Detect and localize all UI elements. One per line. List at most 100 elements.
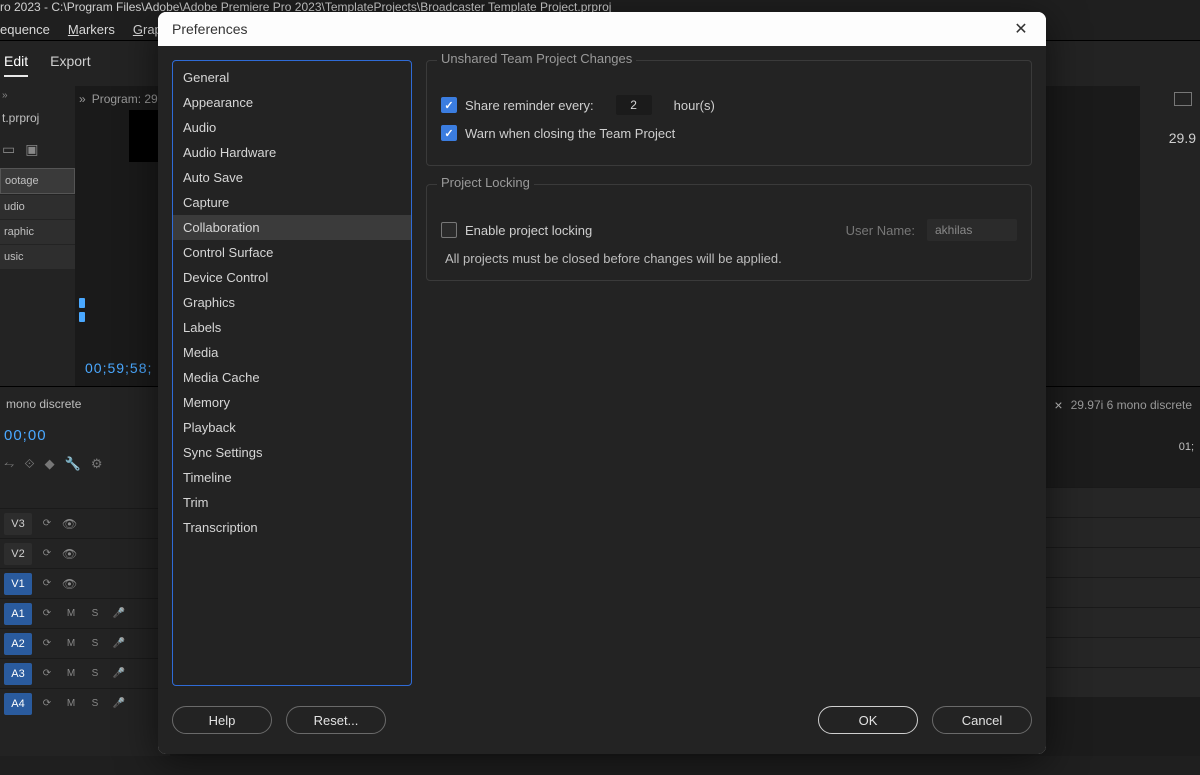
category-collaboration[interactable]: Collaboration bbox=[173, 215, 411, 240]
track-label[interactable]: A2 bbox=[4, 633, 32, 655]
solo-button[interactable]: S bbox=[86, 635, 104, 653]
mute-button[interactable]: M bbox=[62, 665, 80, 683]
sync-lock-icon[interactable]: ⟳ bbox=[38, 605, 56, 623]
voice-over-icon[interactable]: 🎤 bbox=[110, 605, 128, 623]
category-audio[interactable]: Audio bbox=[173, 115, 411, 140]
sync-lock-icon[interactable]: ⟳ bbox=[38, 515, 56, 533]
track-label[interactable]: V2 bbox=[4, 543, 32, 565]
right-fps: 29.9 bbox=[1169, 130, 1196, 146]
settings-icon[interactable]: ⚙ bbox=[91, 456, 103, 472]
track-label[interactable]: A3 bbox=[4, 663, 32, 685]
cancel-button[interactable]: Cancel bbox=[932, 706, 1032, 734]
reset-button[interactable]: Reset... bbox=[286, 706, 386, 734]
camera-icon[interactable]: ▣ bbox=[25, 141, 38, 158]
bin-item[interactable]: udio bbox=[0, 195, 75, 219]
track-v2[interactable]: V2 ⟳ 👁 bbox=[0, 538, 170, 568]
dialog-titlebar[interactable]: Preferences ✕ bbox=[158, 12, 1046, 46]
timeline-timecode[interactable]: 00;00 bbox=[0, 421, 170, 450]
voice-over-icon[interactable]: 🎤 bbox=[110, 695, 128, 713]
category-media-cache[interactable]: Media Cache bbox=[173, 365, 411, 390]
category-capture[interactable]: Capture bbox=[173, 190, 411, 215]
share-reminder-value-input[interactable]: 2 bbox=[616, 95, 652, 115]
mute-button[interactable]: M bbox=[62, 635, 80, 653]
menu-sequence[interactable]: equence bbox=[0, 22, 50, 37]
sync-lock-icon[interactable]: ⟳ bbox=[38, 575, 56, 593]
preferences-content: Unshared Team Project Changes ✓ Share re… bbox=[426, 60, 1032, 686]
snap-icon[interactable]: ⥊ bbox=[4, 456, 14, 472]
mute-button[interactable]: M bbox=[62, 605, 80, 623]
group-title: Unshared Team Project Changes bbox=[437, 51, 636, 66]
category-labels[interactable]: Labels bbox=[173, 315, 411, 340]
warn-close-checkbox[interactable]: ✓ bbox=[441, 125, 457, 141]
warn-close-label: Warn when closing the Team Project bbox=[465, 126, 675, 141]
close-icon[interactable]: × bbox=[1054, 397, 1062, 413]
program-timecode[interactable]: 00;59;58; bbox=[85, 360, 152, 376]
track-v1[interactable]: V1 ⟳ 👁 bbox=[0, 568, 170, 598]
sync-lock-icon[interactable]: ⟳ bbox=[38, 545, 56, 563]
enable-lock-label: Enable project locking bbox=[465, 223, 592, 238]
category-transcription[interactable]: Transcription bbox=[173, 515, 411, 540]
group-unshared-changes: Unshared Team Project Changes ✓ Share re… bbox=[426, 60, 1032, 166]
dialog-footer: Help Reset... OK Cancel bbox=[172, 700, 1032, 740]
category-appearance[interactable]: Appearance bbox=[173, 90, 411, 115]
category-playback[interactable]: Playback bbox=[173, 415, 411, 440]
sync-lock-icon[interactable]: ⟳ bbox=[38, 635, 56, 653]
username-input[interactable]: akhilas bbox=[927, 219, 1017, 241]
share-reminder-checkbox[interactable]: ✓ bbox=[441, 97, 457, 113]
voice-over-icon[interactable]: 🎤 bbox=[110, 665, 128, 683]
category-memory[interactable]: Memory bbox=[173, 390, 411, 415]
track-label[interactable]: V3 bbox=[4, 513, 32, 535]
category-media[interactable]: Media bbox=[173, 340, 411, 365]
menu-markers[interactable]: Markers bbox=[68, 22, 115, 37]
category-device-control[interactable]: Device Control bbox=[173, 265, 411, 290]
toggle-track-output-icon[interactable]: 👁 bbox=[62, 547, 77, 561]
bin-icon[interactable]: ▭ bbox=[2, 141, 15, 158]
category-general[interactable]: General bbox=[173, 65, 411, 90]
help-button[interactable]: Help bbox=[172, 706, 272, 734]
track-label[interactable]: A1 bbox=[4, 603, 32, 625]
category-trim[interactable]: Trim bbox=[173, 490, 411, 515]
ok-button[interactable]: OK bbox=[818, 706, 918, 734]
linked-selection-icon[interactable]: ⟐ bbox=[24, 456, 34, 472]
toggle-track-output-icon[interactable]: 👁 bbox=[62, 577, 77, 591]
right-panel: 29.9 bbox=[1140, 86, 1200, 386]
project-overflow-icon[interactable]: » bbox=[0, 86, 75, 105]
category-sync-settings[interactable]: Sync Settings bbox=[173, 440, 411, 465]
track-v3[interactable]: V3 ⟳ 👁 bbox=[0, 508, 170, 538]
bin-item[interactable]: raphic bbox=[0, 220, 75, 244]
sync-lock-icon[interactable]: ⟳ bbox=[38, 695, 56, 713]
category-graphics[interactable]: Graphics bbox=[173, 290, 411, 315]
share-reminder-unit: hour(s) bbox=[674, 98, 715, 113]
category-timeline[interactable]: Timeline bbox=[173, 465, 411, 490]
mute-button[interactable]: M bbox=[62, 695, 80, 713]
workspace-export[interactable]: Export bbox=[50, 53, 90, 75]
sync-lock-icon[interactable]: ⟳ bbox=[38, 665, 56, 683]
marker-icon[interactable]: ◆ bbox=[45, 456, 55, 472]
preferences-category-list[interactable]: GeneralAppearanceAudioAudio HardwareAuto… bbox=[172, 60, 412, 686]
voice-over-icon[interactable]: 🎤 bbox=[110, 635, 128, 653]
category-audio-hardware[interactable]: Audio Hardware bbox=[173, 140, 411, 165]
program-label: Program: 29.9 bbox=[92, 92, 168, 106]
track-label[interactable]: A4 bbox=[4, 693, 32, 715]
solo-button[interactable]: S bbox=[86, 665, 104, 683]
panel-menu-icon[interactable] bbox=[1174, 92, 1192, 106]
track-a2[interactable]: A2 ⟳ M S 🎤 bbox=[0, 628, 170, 658]
solo-button[interactable]: S bbox=[86, 695, 104, 713]
solo-button[interactable]: S bbox=[86, 605, 104, 623]
track-a4[interactable]: A4 ⟳ M S 🎤 bbox=[0, 688, 170, 718]
wrench-icon[interactable]: 🔧 bbox=[65, 456, 81, 472]
category-auto-save[interactable]: Auto Save bbox=[173, 165, 411, 190]
bin-item[interactable]: usic bbox=[0, 245, 75, 269]
toggle-track-output-icon[interactable]: 👁 bbox=[62, 517, 77, 531]
bin-item[interactable]: ootage bbox=[0, 168, 75, 194]
close-icon[interactable]: ✕ bbox=[1010, 18, 1032, 40]
sequence-info: 29.97i 6 mono discrete bbox=[1071, 398, 1192, 412]
program-overflow-icon[interactable]: » bbox=[79, 92, 86, 106]
track-label[interactable]: V1 bbox=[4, 573, 32, 595]
enable-project-locking-checkbox[interactable] bbox=[441, 222, 457, 238]
track-a3[interactable]: A3 ⟳ M S 🎤 bbox=[0, 658, 170, 688]
category-control-surface[interactable]: Control Surface bbox=[173, 240, 411, 265]
track-a1[interactable]: A1 ⟳ M S 🎤 bbox=[0, 598, 170, 628]
workspace-edit[interactable]: Edit bbox=[4, 53, 28, 77]
project-name: t.prproj bbox=[0, 105, 75, 131]
